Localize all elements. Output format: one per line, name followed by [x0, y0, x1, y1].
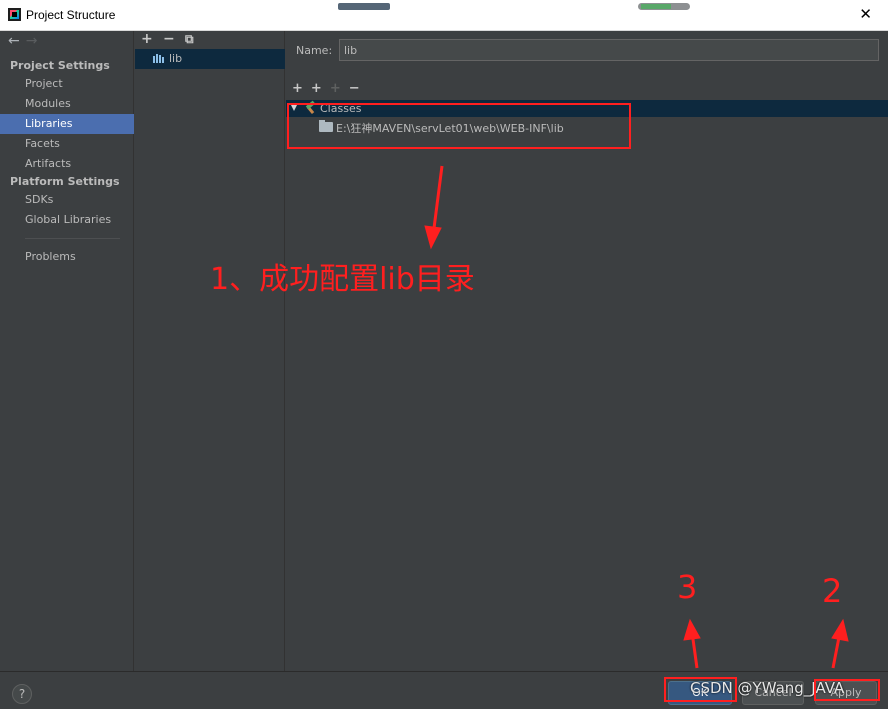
close-icon[interactable]: ✕ — [859, 5, 872, 23]
annotation-step1: 1、成功配置lib目录 — [210, 262, 475, 297]
tree-toolbar: + + + − — [292, 81, 368, 97]
add-library-button[interactable]: + — [141, 31, 153, 47]
add-disabled-button[interactable]: + — [330, 81, 341, 96]
forward-arrow-icon[interactable]: → — [26, 33, 38, 49]
copy-library-button[interactable]: ⧉ — [185, 32, 194, 47]
library-roots-tree: Classes E:\狂神MAVEN\servLet01\web\WEB-INF… — [286, 98, 888, 671]
sidebar-item-modules[interactable]: Modules — [0, 94, 134, 114]
titlebar-decoration — [338, 3, 390, 10]
back-arrow-icon[interactable]: ← — [8, 33, 20, 49]
annotation-highlight-ok — [664, 677, 737, 702]
name-label: Name: — [296, 44, 333, 57]
sidebar-item-global-libraries[interactable]: Global Libraries — [0, 210, 134, 230]
annotation-highlight-apply — [814, 679, 880, 701]
intellij-app-icon — [8, 8, 21, 21]
remove-root-button[interactable]: − — [349, 81, 360, 96]
window-title: Project Structure — [26, 8, 116, 22]
annotation-step2: 2 — [822, 572, 843, 610]
sidebar-item-facets[interactable]: Facets — [0, 134, 134, 154]
annotation-step3: 3 — [677, 568, 698, 606]
library-name-input[interactable] — [339, 39, 879, 61]
project-settings-header: Project Settings — [10, 59, 110, 72]
sidebar-item-libraries[interactable]: Libraries — [0, 114, 134, 134]
library-list-item[interactable]: lib — [135, 49, 285, 69]
remove-library-button[interactable]: − — [163, 31, 175, 47]
settings-sidebar: ← → Project Settings Project Modules Libr… — [0, 31, 134, 671]
sidebar-item-artifacts[interactable]: Artifacts — [0, 154, 134, 174]
dialog-footer: ? OK Cancel Apply CSDN @YWang_JAVA — [0, 671, 888, 709]
annotation-highlight-classes — [287, 103, 631, 149]
sidebar-divider — [25, 238, 120, 239]
sidebar-item-sdks[interactable]: SDKs — [0, 190, 134, 210]
sidebar-item-problems[interactable]: Problems — [0, 247, 134, 267]
sidebar-item-project[interactable]: Project — [0, 74, 134, 94]
title-bar: Project Structure ✕ — [0, 0, 888, 31]
library-name: lib — [169, 52, 183, 65]
help-button[interactable]: ? — [12, 684, 32, 704]
add-special-root-button[interactable]: + — [311, 81, 322, 96]
add-root-button[interactable]: + — [292, 81, 303, 96]
library-list-panel: + − ⧉ lib — [135, 31, 285, 671]
titlebar-decoration — [638, 3, 690, 10]
library-icon — [153, 54, 165, 63]
nav-arrows: ← → — [8, 33, 37, 49]
platform-settings-header: Platform Settings — [10, 175, 120, 188]
